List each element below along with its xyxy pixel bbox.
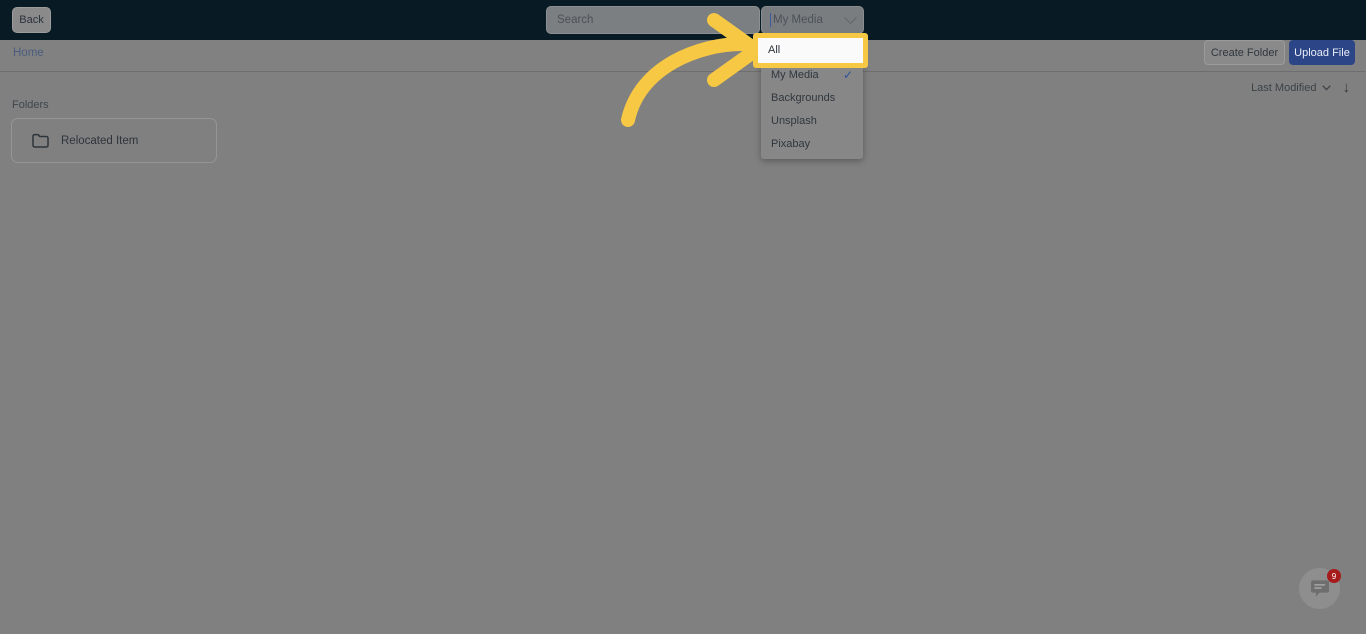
chevron-down-icon xyxy=(844,10,857,24)
folder-card[interactable]: Relocated Item xyxy=(11,118,217,163)
dropdown-item-backgrounds[interactable]: Backgrounds xyxy=(761,86,863,109)
create-folder-button[interactable]: Create Folder xyxy=(1204,40,1285,65)
sort-direction-button[interactable]: ↓ xyxy=(1337,80,1357,95)
dropdown-item-label: Unsplash xyxy=(771,114,817,127)
dropdown-item-label: My Media xyxy=(771,68,819,81)
chat-unread-badge: 9 xyxy=(1327,569,1341,583)
dropdown-item-unsplash[interactable]: Unsplash xyxy=(761,109,863,132)
folders-section-title: Folders xyxy=(12,99,49,111)
chat-bubble-icon xyxy=(1310,579,1329,597)
upload-file-button[interactable]: Upload File xyxy=(1289,40,1355,65)
breadcrumb-home[interactable]: Home xyxy=(13,47,44,59)
media-filter-value: My Media xyxy=(773,14,823,26)
dropdown-item-label: Pixabay xyxy=(771,137,811,150)
check-icon: ✓ xyxy=(842,67,853,82)
folder-icon xyxy=(32,133,49,148)
back-button[interactable]: Back xyxy=(12,7,51,33)
search-input[interactable] xyxy=(546,6,760,34)
folder-name: Relocated Item xyxy=(61,134,139,147)
dropdown-item-pixabay[interactable]: Pixabay xyxy=(761,132,863,155)
chevron-down-icon xyxy=(1321,84,1331,90)
sort-controls: Last Modified ↓ xyxy=(1251,80,1356,95)
top-toolbar: Back My Media xyxy=(0,0,1366,40)
media-filter-select[interactable]: My Media xyxy=(761,6,864,34)
highlighted-option-label[interactable]: All xyxy=(768,44,780,56)
text-cursor xyxy=(770,13,771,27)
annotation-overlay xyxy=(621,13,763,127)
sort-by-select[interactable]: Last Modified xyxy=(1251,81,1331,94)
dropdown-item-label: Backgrounds xyxy=(771,91,836,104)
sort-by-label: Last Modified xyxy=(1251,81,1317,94)
breadcrumb-bar: Home xyxy=(0,40,1366,72)
